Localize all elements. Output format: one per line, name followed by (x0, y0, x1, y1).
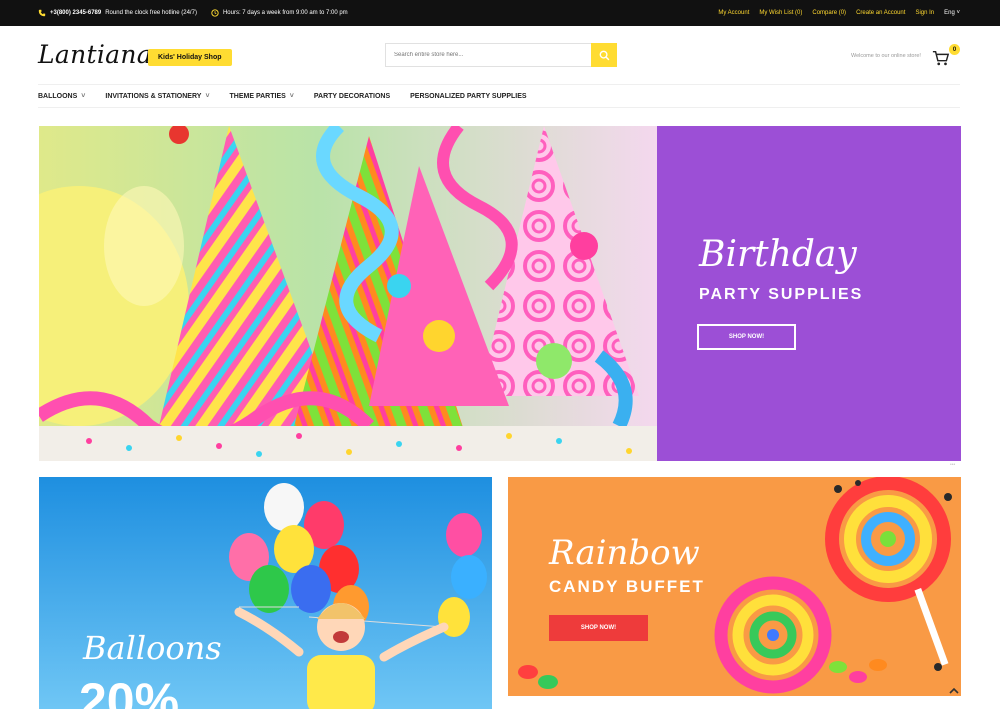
phone-icon (38, 9, 46, 17)
tagline-badge: Kids' Holiday Shop (148, 49, 232, 66)
hero-text-panel: Birthday PARTY SUPPLIES SHOP NOW! (657, 126, 961, 461)
phone-number[interactable]: +3(800) 2345-6789 (50, 10, 101, 16)
chevron-down-icon: ˅ (289, 93, 294, 100)
candy-subtitle: CANDY BUFFET (549, 577, 705, 596)
balloons-title: Balloons (83, 629, 222, 667)
hotline-note: Round the clock free hotline (24/7) (105, 10, 197, 16)
nav-label: PERSONALIZED PARTY SUPPLIES (410, 93, 527, 100)
balloons-banner[interactable]: Balloons 20% (39, 477, 492, 709)
nav-label: BALLOONS (38, 93, 78, 100)
nav-item-theme-parties[interactable]: THEME PARTIES ˅ (230, 93, 294, 100)
hotline: +3(800) 2345-6789 Round the clock free h… (38, 9, 197, 17)
search-bar (385, 43, 617, 67)
nav-item-personalized-supplies[interactable]: PERSONALIZED PARTY SUPPLIES (410, 93, 526, 100)
nav-item-invitations[interactable]: INVITATIONS & STATIONERY ˅ (105, 93, 209, 100)
wishlist-link[interactable]: My Wish List (0) (759, 10, 802, 16)
hero-title: Birthday (699, 234, 857, 275)
cart-count-badge: 0 (949, 44, 960, 55)
hours-text: Hours: 7 days a week from 9:00 am to 7:0… (222, 10, 348, 16)
scroll-to-top-icon[interactable] (948, 685, 960, 696)
hero-subtitle: PARTY SUPPLIES (699, 286, 864, 303)
candy-shop-now-button[interactable]: SHOP NOW! (549, 615, 648, 641)
chevron-down-icon: ˅ (956, 10, 960, 16)
site-logo[interactable]: Lantiana (38, 40, 152, 69)
nav-label: THEME PARTIES (229, 93, 286, 100)
chevron-down-icon: ˅ (205, 93, 210, 100)
clock-icon (211, 9, 219, 17)
account-links: My Account My Wish List (0) Compare (0) … (718, 0, 960, 26)
hero-shop-now-button[interactable]: SHOP NOW! (697, 324, 796, 350)
candy-banner[interactable]: Rainbow CANDY BUFFET SHOP NOW! (508, 477, 961, 696)
party-hats-image (39, 126, 657, 461)
search-input[interactable] (385, 43, 591, 67)
search-button[interactable] (591, 43, 617, 67)
chevron-down-icon: ˅ (81, 93, 86, 100)
contact-info: +3(800) 2345-6789 Round the clock free h… (38, 0, 348, 26)
candy-title: Rainbow (549, 533, 700, 573)
cart-button[interactable]: 0 (932, 44, 962, 68)
welcome-message: Welcome to our online store! (851, 53, 921, 59)
cart-icon (932, 50, 950, 66)
create-account-link[interactable]: Create an Account (856, 10, 905, 16)
my-account-link[interactable]: My Account (718, 10, 749, 16)
nav-label: INVITATIONS & STATIONERY (105, 93, 202, 100)
nav-item-party-decorations[interactable]: PARTY DECORATIONS (314, 93, 390, 100)
nav-label: PARTY DECORATIONS (313, 93, 391, 100)
main-navigation: BALLOONS ˅ INVITATIONS & STATIONERY ˅ THEM… (38, 84, 960, 108)
balloons-discount: 20% (79, 673, 180, 709)
sign-in-link[interactable]: Sign In (915, 10, 934, 16)
hours: Hours: 7 days a week from 9:00 am to 7:0… (211, 9, 348, 17)
language-selector[interactable]: Eng ˅ (944, 10, 960, 16)
language-label: Eng (944, 10, 955, 16)
slider-indicator: ••• (950, 462, 956, 468)
nav-item-balloons[interactable]: BALLOONS ˅ (38, 93, 85, 100)
hero-banner[interactable]: Birthday PARTY SUPPLIES SHOP NOW! (39, 126, 961, 461)
search-icon (599, 50, 609, 60)
compare-link[interactable]: Compare (0) (812, 10, 846, 16)
top-bar: +3(800) 2345-6789 Round the clock free h… (0, 0, 1000, 26)
